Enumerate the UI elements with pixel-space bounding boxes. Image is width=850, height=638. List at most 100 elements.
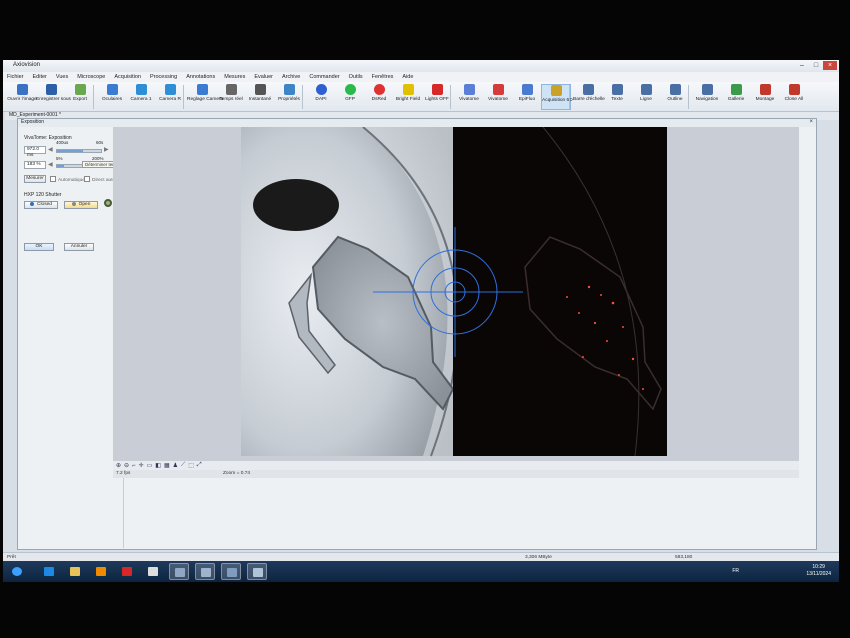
menu-item-1[interactable]: Editer (33, 74, 47, 80)
menu-item-2[interactable]: Vues (56, 74, 68, 80)
toolbar-button-25[interactable]: Montage (750, 84, 780, 110)
toolbar-button-3[interactable]: Oculaires (97, 84, 127, 110)
toolbar-button-23[interactable]: Navigation (692, 84, 722, 110)
chart-icon[interactable]: ⟋ (181, 462, 185, 469)
closed-label: Closed (37, 202, 52, 207)
toolbar-button-12[interactable]: DsRed (364, 84, 394, 110)
menu-item-13[interactable]: Aide (402, 74, 413, 80)
open-label: Open (78, 202, 91, 207)
exposure-field[interactable]: 972.0 ms (24, 146, 46, 158)
menu-item-6[interactable]: Annotations (186, 74, 215, 80)
move-icon[interactable]: ⤢ (197, 462, 202, 469)
menu-item-3[interactable]: Microscope (77, 74, 105, 80)
frame-icon[interactable]: ▭ (147, 462, 153, 469)
taskbar-file-icon[interactable] (143, 563, 163, 580)
taskbar-ie-icon[interactable] (39, 563, 59, 580)
taskbar-app3-icon[interactable] (221, 563, 241, 580)
toolbar-button-16[interactable]: Vivatome (483, 84, 513, 110)
person-icon[interactable]: ♟ (173, 462, 178, 469)
toolbar-button-5[interactable]: Camera R (155, 84, 185, 110)
toolbar-button-22[interactable]: Outline (660, 84, 690, 110)
toolbar-button-10[interactable]: DAPI (306, 84, 336, 110)
toolbar: Ouvrir l'image Enregistrer sous Export Ocul… (3, 82, 839, 112)
toolbar-button-1[interactable]: Enregistrer sous (36, 84, 71, 110)
taskbar-app4-icon[interactable] (247, 563, 267, 580)
ok-button[interactable]: OK (24, 243, 54, 251)
toolbar-button-6[interactable]: Reglage Camera (187, 84, 223, 110)
toolbar-button-13[interactable]: Bright Field (393, 84, 423, 110)
close-panel-icon[interactable]: × (809, 119, 813, 125)
open-button[interactable]: Open (64, 201, 98, 209)
exposure-slider[interactable] (56, 149, 102, 153)
menu-item-0[interactable]: Fichier (7, 74, 24, 80)
shutter-label: HXP 120 Shutter (24, 192, 62, 198)
toolbar-label: GFP (345, 97, 355, 102)
grid-icon[interactable]: ▦ (164, 462, 170, 469)
taskbar-vlc-icon[interactable] (91, 563, 111, 580)
toolbar-button-14[interactable]: Lights OFF (422, 84, 452, 110)
toolbar-icon (402, 84, 414, 95)
closed-button[interactable]: Closed (24, 201, 58, 209)
toolbar-button-17[interactable]: EpiFluo (512, 84, 542, 110)
measure-button[interactable]: Mesurer (24, 175, 46, 183)
menu-item-10[interactable]: Commander (309, 74, 339, 80)
minimize-icon[interactable]: – (795, 61, 809, 70)
taskbar-pdf-icon[interactable] (117, 563, 137, 580)
taskbar-explorer-icon[interactable] (65, 563, 85, 580)
toolbar-button-11[interactable]: GFP (335, 84, 365, 110)
toolbar-icon (164, 84, 176, 95)
menu-item-11[interactable]: Outils (349, 74, 363, 80)
gain-min: 5% (56, 156, 63, 161)
toolbar-button-20[interactable]: Texte (602, 84, 632, 110)
toolbar-label: Lights OFF (425, 97, 449, 102)
language-indicator[interactable]: FR (732, 568, 739, 574)
direct-auto-checkbox[interactable]: Direct auto (84, 176, 115, 183)
toolbar-button-26[interactable]: Close All (779, 84, 809, 110)
toolbar-button-15[interactable]: Vivatome (454, 84, 484, 110)
toolbar-button-21[interactable]: Ligne (631, 84, 661, 110)
taskbar-app2-icon[interactable] (195, 563, 215, 580)
window-title: Axiovision (13, 62, 41, 68)
toolbar-button-24[interactable]: Gallerie (721, 84, 751, 110)
toolbar-label: Enregistrer sous (36, 97, 71, 102)
toolbar-button-9[interactable]: Propriétés (274, 84, 304, 110)
camera-icon[interactable]: ◧ (155, 462, 161, 469)
crosshair-icon[interactable]: ✛ (139, 462, 144, 469)
menu-item-9[interactable]: Archive (282, 74, 300, 80)
menu-item-12[interactable]: Fenêtres (372, 74, 394, 80)
toolbar-button-4[interactable]: Camera 1 (126, 84, 156, 110)
toolbar-icon (492, 84, 504, 95)
gain-field[interactable]: 183 % (24, 161, 46, 169)
close-icon[interactable]: × (823, 61, 837, 70)
menu-item-7[interactable]: Mesures (224, 74, 245, 80)
toolbar-button-0[interactable]: Ouvrir l'image (7, 84, 37, 110)
arrow-left-icon[interactable]: ◀ (48, 146, 53, 153)
fit-icon[interactable]: ⌐ (132, 463, 136, 469)
status-bar: Prêt 3,306 MByte 583,180 (3, 552, 839, 561)
toolbar-button-18[interactable]: Acquisition 6D (541, 84, 573, 110)
menu-item-4[interactable]: Acquisition (114, 74, 141, 80)
toolbar-label: DAPI (315, 97, 327, 102)
arrow-right-icon[interactable]: ▶ (104, 146, 109, 153)
taskbar-axiovision-icon[interactable] (169, 563, 189, 580)
screen: Axiovision – □ × Fichier Editer Vues Micros… (3, 60, 839, 582)
taskbar-start-icon[interactable] (7, 563, 27, 580)
image-viewer[interactable] (113, 127, 799, 461)
arrow-left-icon[interactable]: ◀ (48, 161, 53, 168)
auto-checkbox[interactable]: Automatique (50, 176, 85, 183)
toolbar-button-7[interactable]: Temps réel (216, 84, 246, 110)
zoom-out-icon[interactable]: ⊖ (124, 462, 129, 469)
toolbar-icon (74, 84, 86, 95)
toolbar-button-19[interactable]: Barre d'échelle (573, 84, 605, 110)
select-icon[interactable]: ⬚ (188, 462, 194, 469)
menu-item-5[interactable]: Processing (150, 74, 177, 80)
toolbar-button-2[interactable]: Export (65, 84, 95, 110)
menu-item-8[interactable]: Evaluer (254, 74, 273, 80)
zoom-in-icon[interactable]: ⊕ (116, 462, 121, 469)
file-icon (148, 567, 158, 576)
clock[interactable]: 10:29 13/11/2024 (806, 564, 831, 578)
toolbar-button-8[interactable]: Instantané (245, 84, 275, 110)
toolbar-label: Ouvrir l'image (7, 97, 37, 102)
maximize-icon[interactable]: □ (809, 61, 823, 70)
cancel-button[interactable]: Annuler (64, 243, 94, 251)
